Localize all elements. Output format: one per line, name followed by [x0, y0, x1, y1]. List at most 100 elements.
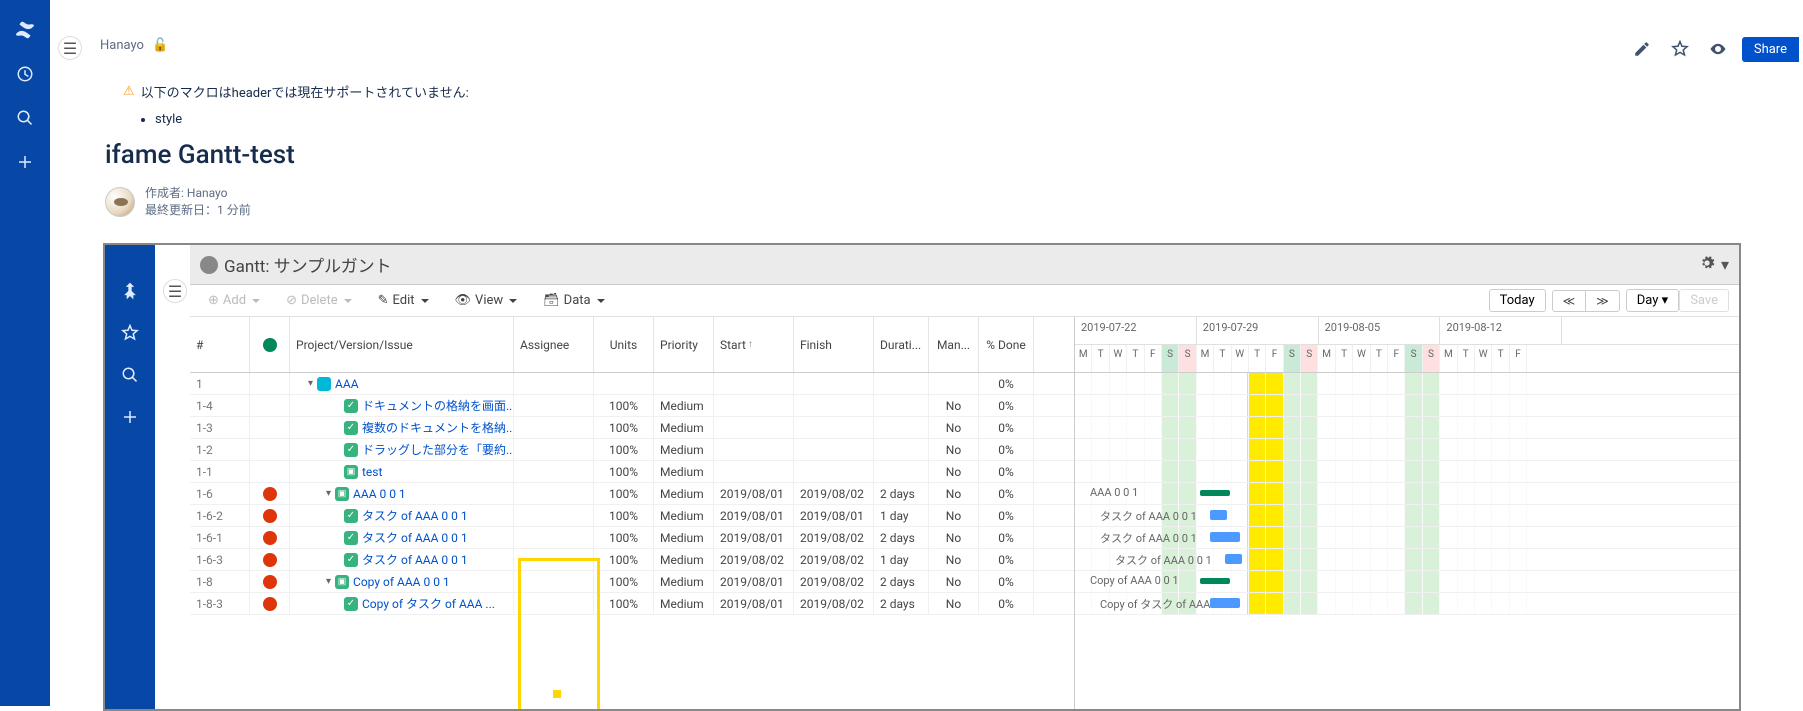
- expand-icon[interactable]: ▾: [308, 378, 313, 389]
- jira-search-icon[interactable]: [115, 360, 145, 390]
- cell-start: [714, 373, 794, 394]
- timeline-row[interactable]: [1075, 373, 1739, 395]
- chevron-down-icon[interactable]: ▾: [1721, 255, 1729, 274]
- table-row[interactable]: 1-3✓複数のドキュメントを格納...100%MediumNo0%: [190, 417, 1074, 439]
- timeline-row[interactable]: タスク of AAA 0 0 1: [1075, 505, 1739, 527]
- gantt-bar[interactable]: [1225, 554, 1242, 564]
- cell-proj[interactable]: ▾▣AAA 0 0 1: [290, 483, 514, 504]
- star-icon[interactable]: [1666, 35, 1694, 63]
- cell-finish: 2019/08/02: [794, 527, 874, 548]
- delete-button[interactable]: ⊘ Delete: [278, 289, 360, 312]
- cell-proj[interactable]: ✓タスク of AAA 0 0 1: [290, 527, 514, 548]
- cell-proj[interactable]: ▾▣Copy of AAA 0 0 1: [290, 571, 514, 592]
- table-row[interactable]: 1-1▣test100%MediumNo0%: [190, 461, 1074, 483]
- gantt-timeline[interactable]: 2019-07-222019-07-292019-08-052019-08-12…: [1075, 317, 1739, 709]
- col-finish[interactable]: Finish: [794, 317, 874, 372]
- cell-assign: [514, 439, 594, 460]
- view-button[interactable]: 👁 View: [447, 289, 526, 312]
- share-button[interactable]: Share: [1742, 37, 1799, 62]
- gantt-bar[interactable]: [1210, 510, 1227, 520]
- expand-icon[interactable]: ▾: [326, 488, 331, 499]
- table-row[interactable]: 1-6▾▣AAA 0 0 1100%Medium2019/08/012019/0…: [190, 483, 1074, 505]
- cell-proj[interactable]: ▾AAA: [290, 373, 514, 394]
- table-row[interactable]: 1-8▾▣Copy of AAA 0 0 1100%Medium2019/08/…: [190, 571, 1074, 593]
- day-header: T: [1249, 345, 1266, 372]
- jira-collapse-icon[interactable]: ☰: [163, 279, 187, 303]
- col-duration[interactable]: Durati...: [874, 317, 929, 372]
- cell-proj[interactable]: ✓タスク of AAA 0 0 1: [290, 505, 514, 526]
- next-button[interactable]: ≫: [1586, 291, 1619, 311]
- cell-man: No: [929, 395, 979, 416]
- table-row[interactable]: 1-2✓ドラッグした部分を「要約...100%MediumNo0%: [190, 439, 1074, 461]
- col-project[interactable]: Project/Version/Issue: [290, 317, 514, 372]
- edit-button[interactable]: ✎ Edit: [370, 289, 437, 312]
- cell-units: 100%: [594, 527, 654, 548]
- table-row[interactable]: 1▾AAA0%: [190, 373, 1074, 395]
- timeline-row[interactable]: [1075, 461, 1739, 483]
- gantt-bar[interactable]: [1210, 598, 1240, 608]
- timeline-row[interactable]: タスク of AAA 0 0 1: [1075, 527, 1739, 549]
- timeline-row[interactable]: [1075, 395, 1739, 417]
- table-row[interactable]: 1-6-1✓タスク of AAA 0 0 1100%Medium2019/08/…: [190, 527, 1074, 549]
- jira-logo-icon[interactable]: [115, 276, 145, 306]
- col-done[interactable]: % Done: [979, 317, 1034, 372]
- cell-proj[interactable]: ✓ドキュメントの格納を画面...: [290, 395, 514, 416]
- today-button[interactable]: Today: [1489, 289, 1546, 312]
- cell-shield: [250, 571, 290, 592]
- timeline-row[interactable]: [1075, 417, 1739, 439]
- table-row[interactable]: 1-6-3✓タスク of AAA 0 0 1100%Medium2019/08/…: [190, 549, 1074, 571]
- col-manual[interactable]: Man...: [929, 317, 979, 372]
- col-number[interactable]: #: [190, 317, 250, 372]
- col-units[interactable]: Units: [594, 317, 654, 372]
- add-button[interactable]: ⊕ Add: [200, 289, 268, 312]
- gantt-bar[interactable]: [1210, 532, 1240, 542]
- prev-button[interactable]: ≪: [1553, 291, 1587, 311]
- col-priority[interactable]: Priority: [654, 317, 714, 372]
- gear-icon[interactable]: [1699, 255, 1715, 275]
- avatar[interactable]: [105, 187, 135, 217]
- gantt-iframe: ☰ Gantt: サンプルガント ▾ ⊕ Add ⊘ Delete ✎ Edit…: [103, 243, 1741, 711]
- timeline-row[interactable]: [1075, 439, 1739, 461]
- timeline-row[interactable]: Copy of AAA 0 0 1: [1075, 571, 1739, 593]
- add-icon[interactable]: [9, 146, 41, 178]
- table-row[interactable]: 1-8-3✓Copy of タスク of AAA ...100%Medium20…: [190, 593, 1074, 615]
- restrictions-icon[interactable]: 🔓: [152, 38, 168, 53]
- folder-icon: [317, 377, 331, 391]
- data-button[interactable]: 🗃 Data: [535, 289, 612, 312]
- table-row[interactable]: 1-4✓ドキュメントの格納を画面...100%MediumNo0%: [190, 395, 1074, 417]
- gantt-bar[interactable]: [1200, 578, 1230, 584]
- cell-proj[interactable]: ✓ドラッグした部分を「要約...: [290, 439, 514, 460]
- breadcrumb-author[interactable]: Hanayo: [100, 38, 144, 53]
- timeline-row[interactable]: Copy of タスク of AAA 0 0 1: [1075, 593, 1739, 615]
- confluence-logo-icon[interactable]: [9, 14, 41, 46]
- edit-icon[interactable]: [1628, 35, 1656, 63]
- last-updated[interactable]: 最終更新日：1 分前: [145, 202, 251, 219]
- jira-add-icon[interactable]: [115, 402, 145, 432]
- timeline-row[interactable]: AAA 0 0 1: [1075, 483, 1739, 505]
- bar-label: Copy of AAA 0 0 1: [1090, 574, 1717, 587]
- timeline-row[interactable]: タスク of AAA 0 0 1: [1075, 549, 1739, 571]
- collapse-sidebar-icon[interactable]: ☰: [58, 36, 82, 60]
- cell-proj[interactable]: ▣test: [290, 461, 514, 482]
- cell-proj[interactable]: ✓タスク of AAA 0 0 1: [290, 549, 514, 570]
- cell-dur: 2 days: [874, 527, 929, 548]
- search-icon[interactable]: [9, 102, 41, 134]
- col-start[interactable]: Start↑: [714, 317, 794, 372]
- cell-proj[interactable]: ✓複数のドキュメントを格納...: [290, 417, 514, 438]
- col-assignee[interactable]: Assignee: [514, 317, 594, 372]
- gantt-bar[interactable]: [1200, 490, 1230, 496]
- watch-icon[interactable]: [1704, 35, 1732, 63]
- created-by[interactable]: 作成者: Hanayo: [145, 185, 251, 202]
- col-status[interactable]: [250, 317, 290, 372]
- cell-proj[interactable]: ✓Copy of タスク of AAA ...: [290, 593, 514, 614]
- save-button[interactable]: Save: [1679, 289, 1729, 312]
- day-header: T: [1127, 345, 1144, 372]
- scale-button[interactable]: Day ▾: [1626, 289, 1679, 312]
- cell-start: [714, 395, 794, 416]
- warning-list: style: [155, 112, 182, 127]
- task-icon: ✓: [344, 399, 358, 413]
- table-row[interactable]: 1-6-2✓タスク of AAA 0 0 1100%Medium2019/08/…: [190, 505, 1074, 527]
- recent-icon[interactable]: [9, 58, 41, 90]
- jira-star-icon[interactable]: [115, 318, 145, 348]
- expand-icon[interactable]: ▾: [326, 576, 331, 587]
